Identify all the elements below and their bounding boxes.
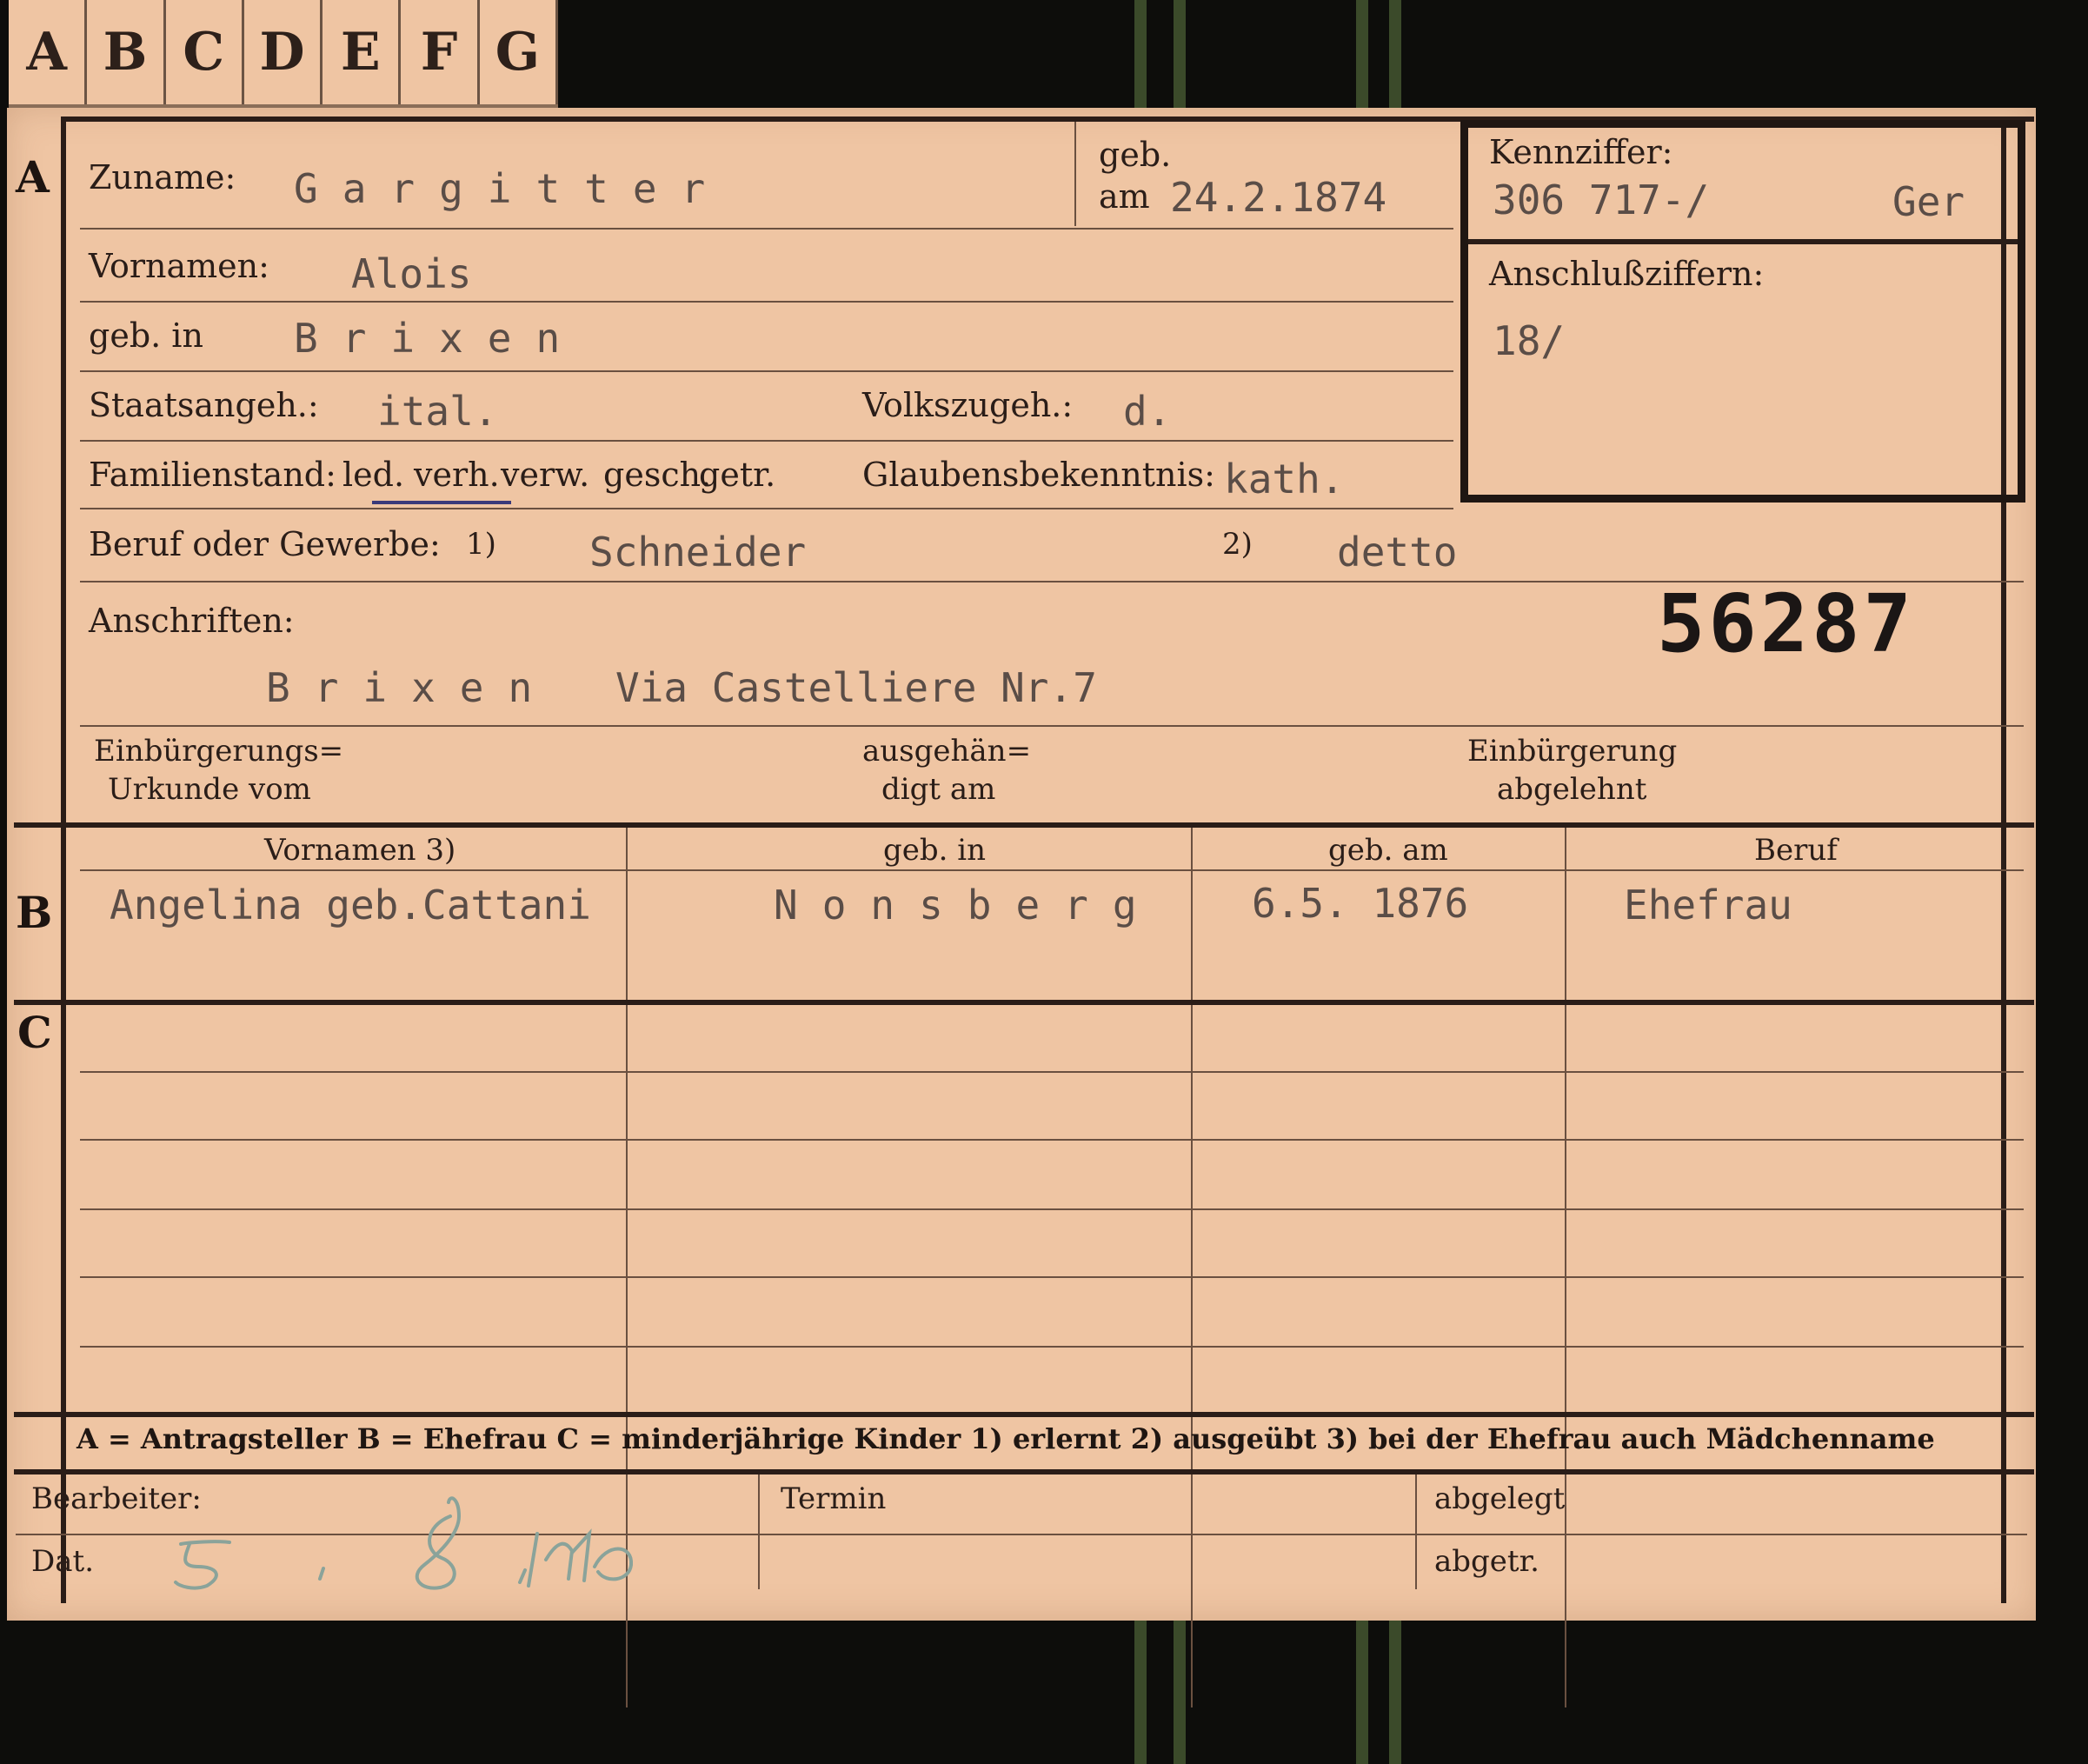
tab-e[interactable]: E xyxy=(323,0,402,104)
volkszugeh-label: Volkszugeh.: xyxy=(862,386,1074,424)
rule xyxy=(80,508,1453,509)
glaubens-value: kath. xyxy=(1224,456,1345,503)
geb-label: geb. xyxy=(1099,136,1172,174)
index-tabs: A B C D E F G xyxy=(9,0,558,108)
rule xyxy=(80,370,1453,372)
section-c-marker: C xyxy=(17,1007,52,1058)
rule xyxy=(80,440,1453,442)
section-divider-bc xyxy=(14,1000,2034,1005)
einb-urkunde-1: Einbürgerungs= xyxy=(94,734,344,769)
familienstand-label: Familienstand: xyxy=(89,456,336,494)
termin-label: Termin xyxy=(781,1481,887,1516)
ausgeh-2: digt am xyxy=(881,772,996,807)
section-a-marker: A xyxy=(16,151,50,203)
vornamen-value: Alois xyxy=(351,250,472,297)
beruf-note2: 2) xyxy=(1222,527,1253,562)
ausgeh-1: ausgehän= xyxy=(862,734,1032,769)
tab-b[interactable]: B xyxy=(87,0,166,104)
rule xyxy=(80,1346,2024,1348)
legend: A = Antragsteller B = Ehefrau C = minder… xyxy=(76,1422,1935,1455)
rule xyxy=(80,725,2024,727)
bg-stripe xyxy=(1174,1621,1186,1764)
anschluss-value: 18/ xyxy=(1493,317,1566,364)
row-b-gebin: Nonsberg xyxy=(774,882,1161,929)
bg-stripe xyxy=(1389,1621,1401,1764)
bg-stripe xyxy=(1389,0,1401,108)
dat-label: Dat. xyxy=(31,1544,95,1579)
tab-d[interactable]: D xyxy=(244,0,323,104)
familienstand-option-verh: verh. xyxy=(414,456,500,494)
divider xyxy=(1074,122,1076,226)
tab-c[interactable]: C xyxy=(166,0,244,104)
rule xyxy=(80,228,1453,230)
bg-stripe xyxy=(1174,0,1186,108)
kennziffer-label: Kennziffer: xyxy=(1489,133,1673,171)
beruf-label: Beruf oder Gewerbe: xyxy=(89,525,441,563)
anschriften-label: Anschriften: xyxy=(89,602,295,640)
kennziffer-box: Kennziffer: 306 717-/ Ger Anschlußziffer… xyxy=(1460,120,2025,503)
kennziffer-value: 306 717-/ xyxy=(1493,176,1710,223)
bg-stripe xyxy=(1134,1621,1147,1764)
einb-abgel-1: Einbürgerung xyxy=(1467,734,1678,769)
rule xyxy=(80,1071,2024,1073)
col-header-beruf: Beruf xyxy=(1754,833,1838,868)
staatsangeh-value: ital. xyxy=(377,388,498,435)
rule xyxy=(80,301,1453,303)
gebin-label: geb. in xyxy=(89,316,203,355)
section-divider-footer xyxy=(14,1469,2034,1474)
registration-card: A Zuname: Gargitter geb. am 24.2.1874 Ke… xyxy=(7,108,2036,1707)
einb-urkunde-2: Urkunde vom xyxy=(108,772,311,807)
rule xyxy=(80,1276,2024,1278)
tab-a[interactable]: A xyxy=(9,0,88,104)
gebin-value: Brixen xyxy=(294,315,585,362)
col-divider xyxy=(1565,828,1566,1707)
zuname-label: Zuname: xyxy=(89,158,236,196)
stamp-number: 56287 xyxy=(1657,577,1915,670)
tab-g[interactable]: G xyxy=(480,0,558,104)
rule xyxy=(80,869,2024,871)
row-b-beruf: Ehefrau xyxy=(1624,882,1792,929)
bg-stripe xyxy=(1356,1621,1368,1764)
col-header-gebin: geb. in xyxy=(883,833,987,868)
glaubens-label: Glaubensbekenntnis: xyxy=(862,456,1215,494)
anschluss-label: Anschlußziffern: xyxy=(1489,255,1765,293)
beruf-value1: Schneider xyxy=(589,529,807,576)
familienstand-option-led: led. xyxy=(342,456,405,494)
row-b-vornamen: Angelina geb.Cattani xyxy=(110,882,591,929)
address-city: Brixen xyxy=(266,664,557,711)
am-label: am xyxy=(1099,177,1150,216)
col-header-vornamen: Vornamen 3) xyxy=(264,833,456,868)
handwritten-date-signature xyxy=(174,1496,634,1590)
tab-f[interactable]: F xyxy=(401,0,480,104)
kennziffer-divider xyxy=(1468,239,2018,244)
abgetr-label: abgetr. xyxy=(1434,1544,1539,1579)
staatsangeh-label: Staatsangeh.: xyxy=(89,386,319,424)
familienstand-option-getr: getr. xyxy=(699,456,776,494)
row-b-gebam: 6.5. 1876 xyxy=(1252,880,1469,927)
zuname-value: Gargitter xyxy=(294,165,730,212)
col-header-gebam: geb. am xyxy=(1328,833,1448,868)
einb-abgel-2: abgelehnt xyxy=(1497,772,1647,807)
bg-stripe xyxy=(1356,0,1368,108)
section-divider-ab xyxy=(14,822,2034,828)
kennziffer-suffix: Ger xyxy=(1892,178,1965,225)
rule xyxy=(80,1139,2024,1141)
familienstand-selected-underline xyxy=(372,501,511,504)
familienstand-option-verw: verw. xyxy=(501,456,590,494)
section-b-marker: B xyxy=(16,887,53,938)
beruf-value2: detto xyxy=(1337,529,1458,576)
section-divider-legend xyxy=(14,1412,2034,1417)
geb-date: 24.2.1874 xyxy=(1170,174,1387,221)
col-divider xyxy=(1191,828,1193,1707)
volkszugeh-value: d. xyxy=(1123,388,1172,435)
col-divider xyxy=(1415,1474,1417,1589)
beruf-note1: 1) xyxy=(466,527,496,562)
vornamen-label: Vornamen: xyxy=(89,247,269,285)
familienstand-option-gesch: gesch. xyxy=(603,456,712,494)
abgelegt-label: abgelegt xyxy=(1434,1481,1566,1516)
col-divider xyxy=(758,1474,760,1589)
rule xyxy=(80,1208,2024,1210)
bg-stripe xyxy=(1134,0,1147,108)
address-street: Via Castelliere Nr.7 xyxy=(615,664,1097,711)
